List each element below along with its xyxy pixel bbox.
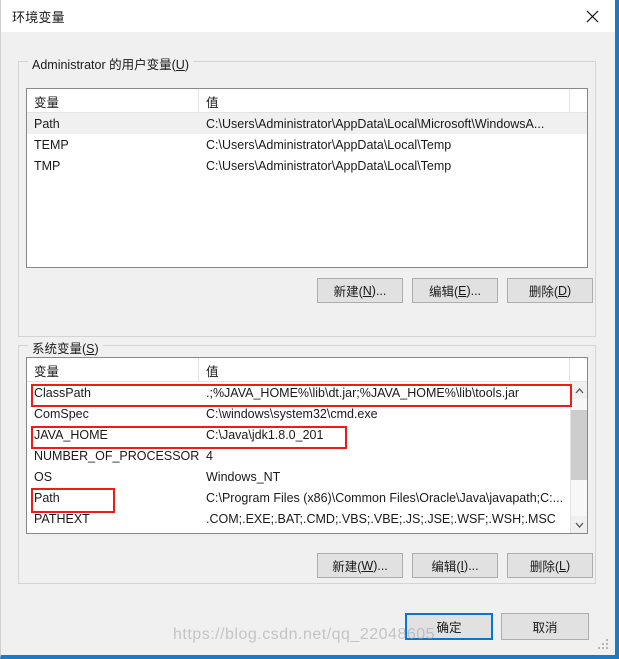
system-col-header-name[interactable]: 变量 [27, 358, 199, 381]
table-row[interactable]: ComSpec C:\windows\system32\cmd.exe [27, 403, 587, 424]
table-row[interactable]: JAVA_HOME C:\Java\jdk1.8.0_201 [27, 424, 587, 445]
system-variables-list[interactable]: 变量 值 ClassPath .;%JAVA_HOME%\lib\dt.jar;… [26, 357, 588, 534]
system-col-header-value[interactable]: 值 [199, 358, 570, 381]
user-variables-label-suffix: ) [184, 58, 189, 72]
system-var-value: Windows_NT [206, 469, 281, 484]
user-var-name: TEMP [34, 137, 69, 152]
resize-grip[interactable] [598, 639, 608, 649]
user-col-header-value[interactable]: 值 [199, 89, 570, 112]
table-row[interactable]: TMP C:\Users\Administrator\AppData\Local… [27, 155, 587, 176]
system-new-label-accel: W [361, 558, 374, 573]
table-row[interactable]: NUMBER_OF_PROCESSORS 4 [27, 445, 587, 466]
system-var-name: NUMBER_OF_PROCESSORS [34, 448, 199, 463]
system-var-value: C:\Program Files (x86)\Common Files\Orac… [206, 490, 564, 505]
system-var-value: C:\windows\system32\cmd.exe [206, 406, 378, 421]
user-col-header-spacer [570, 89, 587, 112]
ok-button[interactable]: 确定 [405, 613, 493, 640]
system-new-button[interactable]: 新建(W)... [317, 553, 403, 578]
close-icon [586, 10, 599, 23]
user-variables-label-accel: U [175, 58, 185, 72]
close-button[interactable] [569, 0, 615, 32]
system-var-value: .;%JAVA_HOME%\lib\dt.jar;%JAVA_HOME%\lib… [206, 385, 520, 400]
user-variables-list-header: 变量 值 [27, 89, 587, 113]
user-delete-label-accel: D [557, 283, 568, 298]
table-row[interactable]: Path C:\Program Files (x86)\Common Files… [27, 487, 587, 508]
user-new-label-prefix: 新建( [333, 285, 363, 299]
system-new-label-prefix: 新建( [332, 560, 362, 574]
user-var-name: Path [34, 116, 60, 131]
system-var-value: .COM;.EXE;.BAT;.CMD;.VBS;.VBE;.JS;.JSE;.… [206, 511, 556, 526]
system-edit-button[interactable]: 编辑(I)... [412, 553, 498, 578]
user-var-value: C:\Users\Administrator\AppData\Local\Tem… [206, 158, 452, 173]
cancel-button[interactable]: 取消 [501, 613, 589, 640]
scroll-up-icon[interactable] [571, 382, 587, 399]
table-row[interactable]: Path C:\Users\Administrator\AppData\Loca… [27, 113, 587, 134]
system-variables-scrollbar[interactable] [570, 382, 587, 533]
user-edit-label-prefix: 编辑( [428, 285, 459, 299]
user-new-label-suffix: )... [371, 283, 387, 298]
system-col-header-spacer [570, 358, 587, 381]
user-variables-group-label: Administrator 的用户变量(U) [28, 54, 193, 73]
watermark-text: https://blog.csdn.net/qq_22048605 [173, 626, 436, 643]
user-variables-list[interactable]: 变量 值 Path C:\Users\Administrator\AppData… [26, 88, 588, 268]
system-variables-list-body: ClassPath .;%JAVA_HOME%\lib\dt.jar;%JAVA… [27, 382, 587, 533]
system-var-name: JAVA_HOME [34, 427, 108, 442]
title-bar: 环境变量 [1, 0, 615, 32]
user-edit-button[interactable]: 编辑(E)... [412, 278, 498, 303]
system-var-name: ComSpec [34, 406, 89, 421]
system-variables-group-label: 系统变量(S) [28, 338, 103, 357]
user-variables-label-prefix: Administrator 的用户变量( [32, 58, 176, 72]
table-row[interactable]: PATHEXT .COM;.EXE;.BAT;.CMD;.VBS;.VBE;.J… [27, 508, 587, 529]
system-delete-label-accel: L [559, 558, 566, 573]
scrollbar-thumb[interactable] [571, 410, 587, 480]
environment-variables-dialog: 环境变量 Administrator 的用户变量(U) 变量 值 Path C:… [0, 0, 619, 659]
system-variables-label-prefix: 系统变量( [32, 342, 87, 356]
system-var-value: C:\Java\jdk1.8.0_201 [206, 427, 324, 442]
user-var-name: TMP [34, 158, 61, 173]
system-new-label-suffix: )... [373, 558, 388, 573]
user-delete-button[interactable]: 删除(D) [507, 278, 593, 303]
system-edit-label-suffix: )... [464, 558, 479, 573]
user-delete-label-prefix: 删除( [528, 285, 558, 299]
system-var-name: ClassPath [34, 385, 91, 400]
system-var-name: Path [34, 490, 60, 505]
table-row[interactable]: ClassPath .;%JAVA_HOME%\lib\dt.jar;%JAVA… [27, 382, 587, 403]
system-variables-label-suffix: ) [94, 342, 99, 356]
system-var-name: PATHEXT [34, 511, 90, 526]
system-edit-label-prefix: 编辑( [431, 560, 461, 574]
user-new-button[interactable]: 新建(N)... [317, 278, 403, 303]
window-title: 环境变量 [12, 9, 65, 25]
system-var-value: 4 [206, 448, 213, 463]
scrollbar-track[interactable] [571, 399, 587, 516]
system-delete-button[interactable]: 删除(L) [507, 553, 593, 578]
scroll-down-icon[interactable] [571, 516, 587, 533]
dialog-body: Administrator 的用户变量(U) 变量 值 Path C:\User… [1, 32, 615, 655]
user-delete-label-suffix: ) [567, 283, 572, 298]
system-var-name: OS [34, 469, 53, 484]
user-variables-list-body: Path C:\Users\Administrator\AppData\Loca… [27, 113, 587, 267]
user-new-label-accel: N [362, 283, 372, 298]
table-row[interactable]: TEMP C:\Users\Administrator\AppData\Loca… [27, 134, 587, 155]
system-delete-label-prefix: 删除( [529, 560, 560, 574]
system-variables-label-accel: S [86, 342, 95, 356]
user-col-header-name[interactable]: 变量 [27, 89, 199, 112]
user-edit-label-accel: E [458, 283, 467, 298]
user-var-value: C:\Users\Administrator\AppData\Local\Mic… [206, 116, 545, 131]
user-var-value: C:\Users\Administrator\AppData\Local\Tem… [206, 137, 452, 152]
user-edit-label-suffix: )... [466, 283, 482, 298]
table-row[interactable]: OS Windows_NT [27, 466, 587, 487]
system-variables-list-header: 变量 值 [27, 358, 587, 382]
system-delete-label-suffix: ) [565, 558, 571, 573]
